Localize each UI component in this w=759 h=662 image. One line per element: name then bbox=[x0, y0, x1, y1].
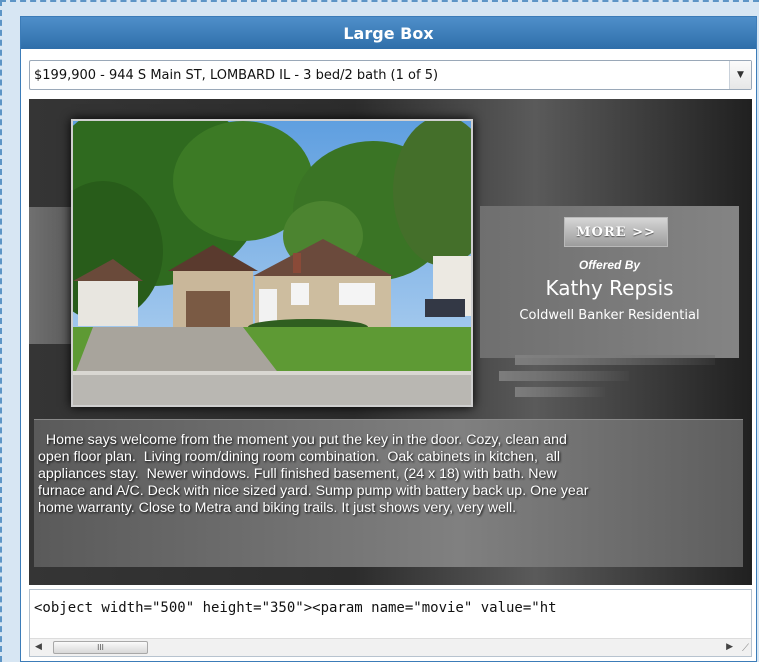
listing-dropdown-value: $199,900 - 944 S Main ST, LOMBARD IL - 3… bbox=[34, 67, 439, 83]
horizontal-scrollbar[interactable]: ◀ III ▶ ⟋ bbox=[30, 638, 751, 656]
more-button[interactable]: MORE >> bbox=[564, 217, 668, 247]
listing-dropdown[interactable]: $199,900 - 944 S Main ST, LOMBARD IL - 3… bbox=[29, 60, 752, 90]
listing-description: Home says welcome from the moment you pu… bbox=[38, 432, 589, 516]
offered-by-label: Offered By bbox=[578, 258, 641, 272]
listing-widget: MORE >> Offered By Kathy Repsis Coldwell… bbox=[29, 99, 752, 585]
agent-company: Coldwell Banker Residential bbox=[519, 308, 700, 323]
embed-code-textarea[interactable]: <object width="500" height="350"><param … bbox=[29, 589, 752, 657]
large-box-panel: Large Box $199,900 - 944 S Main ST, LOMB… bbox=[20, 16, 757, 662]
decorative-stripe bbox=[515, 355, 715, 365]
panel-title: Large Box bbox=[21, 17, 756, 49]
house-photo bbox=[71, 119, 473, 407]
agent-info-box: MORE >> Offered By Kathy Repsis Coldwell… bbox=[480, 206, 739, 358]
scroll-right-icon[interactable]: ▶ bbox=[726, 641, 733, 652]
agent-name: Kathy Repsis bbox=[545, 276, 674, 300]
scroll-left-icon[interactable]: ◀ bbox=[35, 641, 42, 652]
description-box: Home says welcome from the moment you pu… bbox=[34, 419, 743, 567]
decorative-stripe bbox=[515, 387, 605, 397]
decorative-stripe bbox=[499, 371, 629, 381]
resize-grip-icon[interactable]: ⟋ bbox=[742, 643, 749, 654]
scrollbar-thumb[interactable]: III bbox=[53, 641, 148, 654]
chevron-down-icon[interactable]: ▼ bbox=[729, 61, 751, 89]
embed-code-text: <object width="500" height="350"><param … bbox=[34, 600, 557, 616]
